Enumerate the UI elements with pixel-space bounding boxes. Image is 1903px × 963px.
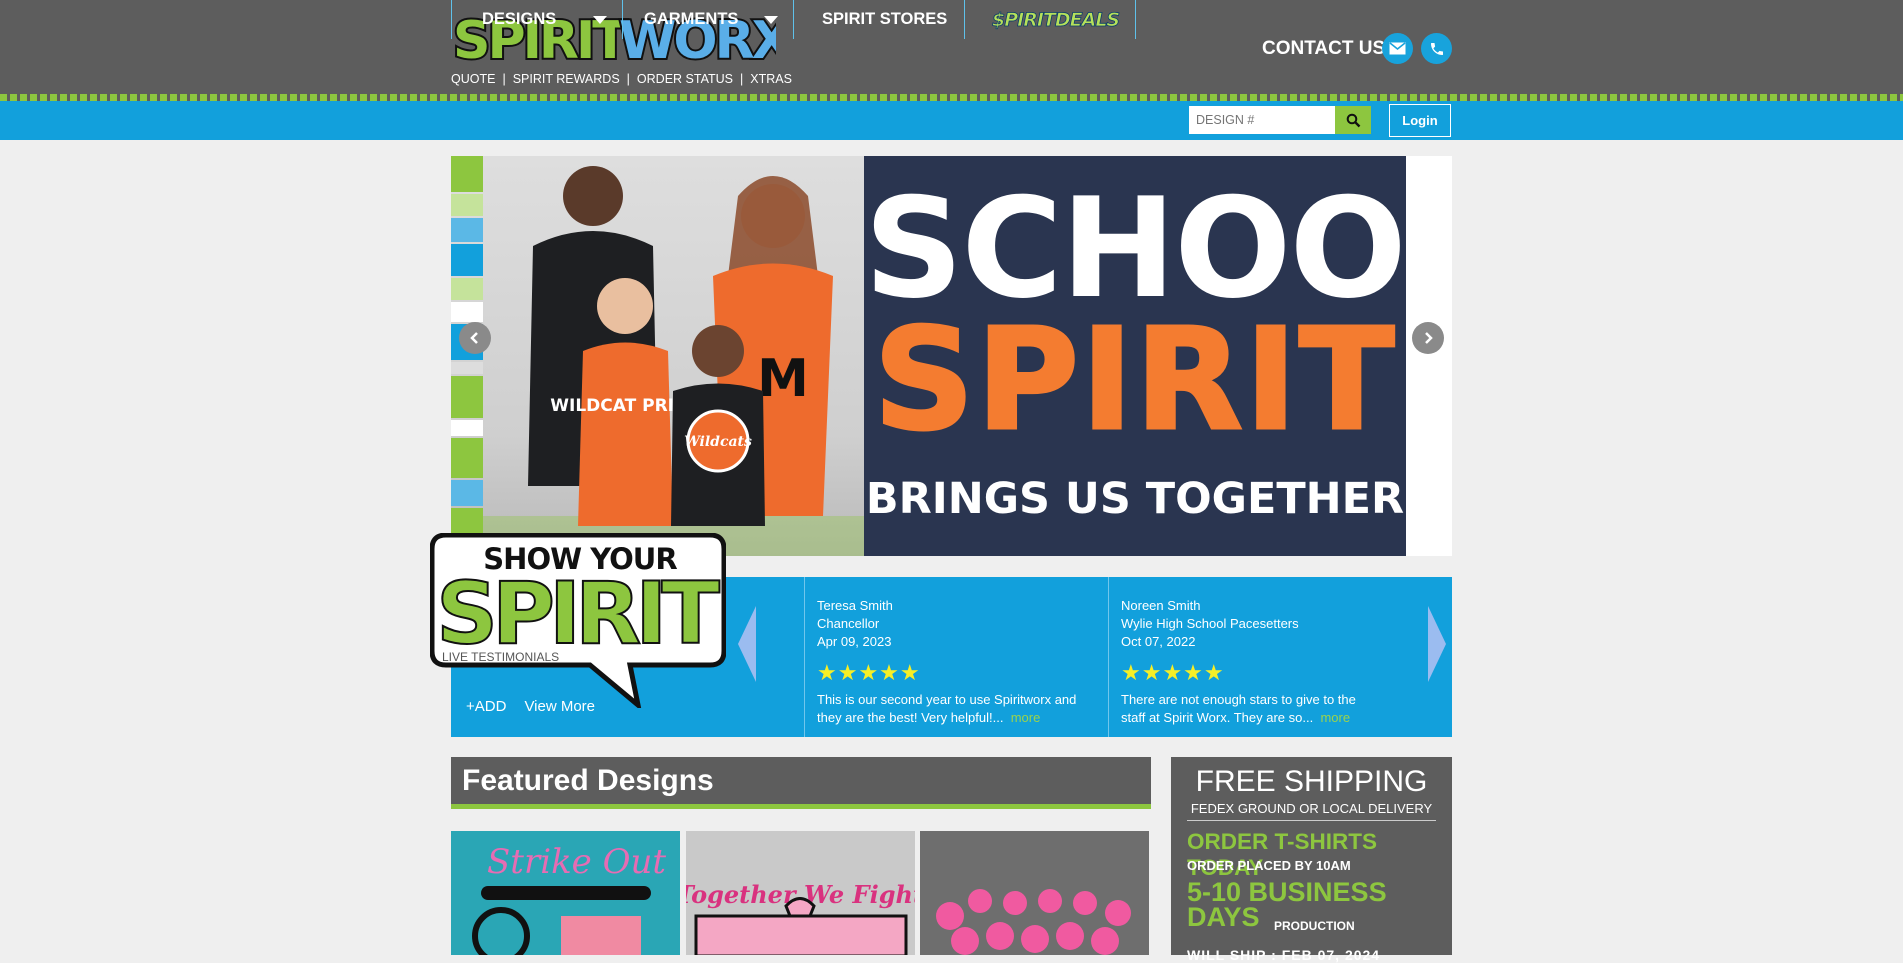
nav-garments-label: GARMENTS [644, 10, 739, 28]
testimonial-actions: +ADD View More [466, 698, 595, 715]
nav-spirit-deals[interactable]: $PIRITDEALS [964, 0, 1136, 39]
featured-designs-heading: Featured Designs [451, 757, 1151, 809]
testimonial-text: staff at Spirit Worx. They are so... [1121, 710, 1314, 725]
shipping-subtitle: FEDEX GROUND OR LOCAL DELIVERY [1190, 801, 1433, 816]
order-cutoff: ORDER PLACED BY 10AM [1187, 858, 1351, 873]
testimonial-date: Oct 07, 2022 [1121, 634, 1196, 649]
testimonial-card: Noreen Smith Wylie High School Pacesette… [1108, 577, 1412, 737]
view-more-link[interactable]: View More [524, 698, 595, 715]
design-tile[interactable]: Together We Fight [686, 831, 915, 955]
design-thumbnail [936, 889, 1131, 955]
nav-spirit-stores[interactable]: SPIRIT STORES [793, 0, 965, 39]
color-stripes [451, 156, 483, 556]
shipping-panel: FREE SHIPPING FEDEX GROUND OR LOCAL DELI… [1171, 757, 1452, 963]
header-divider [0, 94, 1903, 101]
star-rating: ★★★★★ [817, 660, 921, 685]
design-tile[interactable] [920, 831, 1149, 955]
more-link[interactable]: more [1011, 710, 1041, 725]
divider [1187, 820, 1436, 821]
star-rating: ★★★★★ [1121, 660, 1225, 685]
testimonial-next-arrow[interactable] [1428, 606, 1446, 682]
spirit-rewards-link[interactable]: SPIRIT REWARDS [513, 72, 620, 86]
testimonial-text: There are not enough stars to give to th… [1121, 692, 1356, 707]
caret-down-icon [764, 16, 778, 24]
design-thumbnail: Strike Out [472, 842, 666, 955]
hero-line-brings: BRINGS US TOGETHER [865, 474, 1405, 524]
svg-text:Wildcats: Wildcats [684, 434, 752, 450]
hero-next-button[interactable] [1412, 322, 1444, 354]
testimonial-org: Wylie High School Pacesetters [1121, 616, 1299, 631]
badge-main: SPIRIT [436, 564, 720, 664]
quote-link[interactable]: QUOTE [451, 72, 495, 86]
hero-line-spirit: SPIRIT [872, 299, 1397, 462]
phone-icon[interactable] [1421, 33, 1452, 64]
search-button[interactable] [1335, 106, 1371, 134]
login-button[interactable]: Login [1389, 104, 1451, 137]
mail-icon[interactable] [1382, 33, 1413, 64]
add-testimonial-link[interactable]: +ADD [466, 698, 506, 715]
people-illustration: M WILDCAT PRIDE Wildcats [483, 166, 864, 556]
badge-sub: LIVE TESTIMONIALS [442, 650, 559, 664]
search-icon [1346, 113, 1360, 127]
testimonial-card: Teresa Smith Chancellor Apr 09, 2023 ★★★… [804, 577, 1108, 737]
svg-text:M: M [757, 349, 809, 409]
hero-photo: M WILDCAT PRIDE Wildcats [451, 156, 864, 556]
tile-text: Strike Out [487, 842, 666, 882]
design-tile[interactable]: Strike Out [451, 831, 680, 955]
spirit-deals-logo: $PIRITDEALS [992, 8, 1121, 31]
main-nav [0, 101, 1903, 140]
testimonial-org: Chancellor [817, 616, 880, 631]
order-status-link[interactable]: ORDER STATUS [637, 72, 733, 86]
top-links: QUOTE | SPIRIT REWARDS | ORDER STATUS | … [451, 72, 792, 86]
design-search-input[interactable] [1189, 106, 1336, 134]
hero-prev-button[interactable] [459, 322, 491, 354]
will-ship-date: WILL SHIP : FEB 07, 2024 [1187, 947, 1381, 963]
chevron-left-icon [470, 332, 478, 344]
testimonial-prev-arrow[interactable] [738, 606, 756, 682]
more-link[interactable]: more [1320, 710, 1350, 725]
design-thumbnail: Together We Fight [686, 880, 915, 955]
testimonial-text: This is our second year to use Spiritwor… [817, 692, 1077, 707]
xtras-link[interactable]: XTRAS [750, 72, 792, 86]
testimonial-date: Apr 09, 2023 [817, 634, 892, 649]
nav-designs[interactable]: DESIGNS [451, 0, 623, 39]
nav-garments[interactable]: GARMENTS [622, 0, 794, 39]
shipping-title: FREE SHIPPING [1195, 765, 1428, 798]
testimonial-name: Noreen Smith [1121, 598, 1201, 613]
contact-us-label[interactable]: CONTACT US [1262, 38, 1385, 60]
show-your-spirit-badge: SHOW YOUR SPIRIT LIVE TESTIMONIALS [430, 533, 726, 708]
testimonial-name: Teresa Smith [817, 598, 893, 613]
production-label: PRODUCTION [1274, 919, 1355, 933]
testimonial-text: they are the best! Very helpful!... [817, 710, 1004, 725]
hero-slogan-panel: SCHOOL SPIRIT BRINGS US TOGETHER [864, 156, 1452, 556]
nav-designs-label: DESIGNS [482, 10, 557, 28]
hero-carousel[interactable]: M WILDCAT PRIDE Wildcats SCHOOL SPIRIT B… [451, 156, 1452, 556]
caret-down-icon [593, 16, 607, 24]
order-today-cta: ORDER T-SHIRTS TODAY [1187, 829, 1378, 880]
nav-spirit-stores-label: SPIRIT STORES [822, 10, 948, 28]
chevron-right-icon [1425, 332, 1433, 344]
